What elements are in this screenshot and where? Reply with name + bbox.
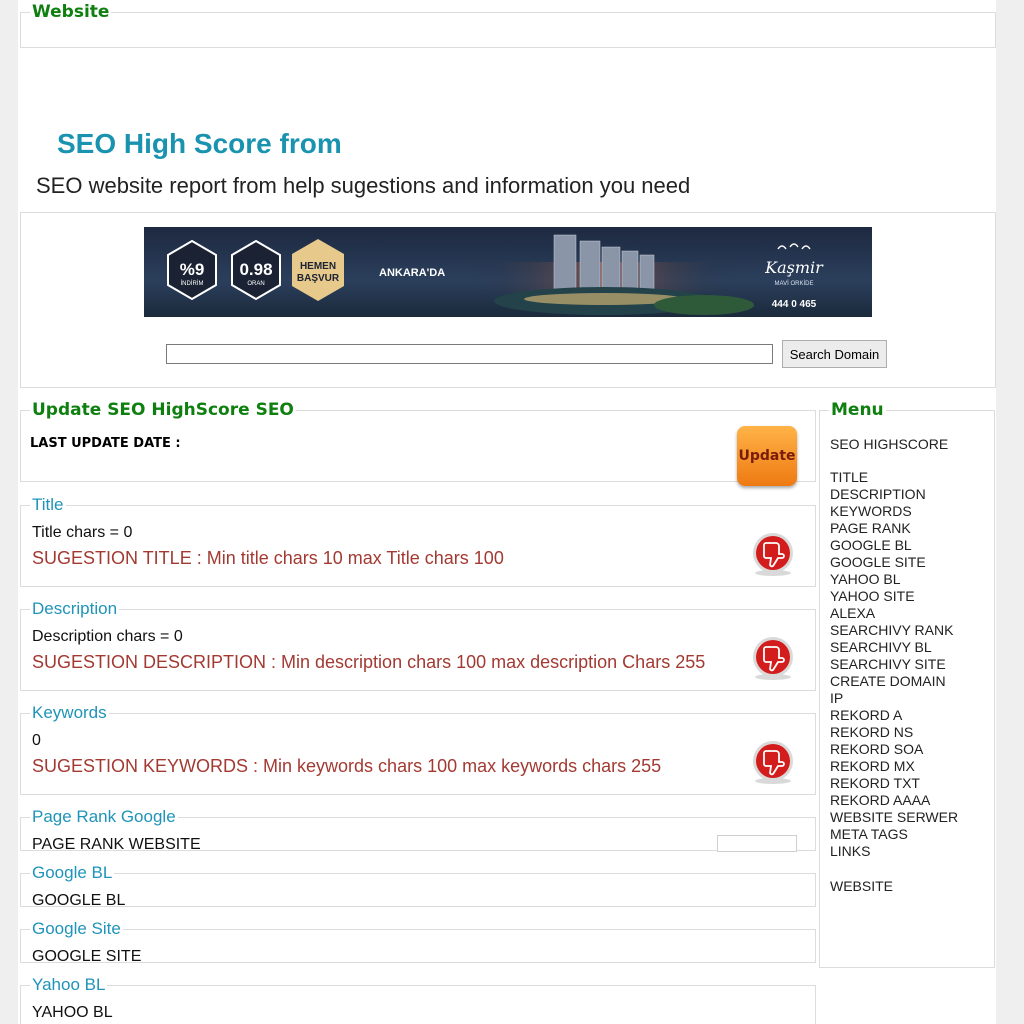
title-box: Title	[20, 495, 816, 587]
description-chars-info: Description chars = 0	[32, 628, 183, 645]
menu-item-website[interactable]: WEBSITE	[830, 878, 893, 894]
googlebl-box: Google BL	[20, 863, 816, 907]
menu-item-website-serwer[interactable]: WEBSITE SERWER	[830, 809, 958, 826]
keywords-chars-info: 0	[32, 732, 41, 749]
search-domain-button[interactable]: Search Domain	[782, 340, 887, 368]
menu-item-create-domain[interactable]: CREATE DOMAIN	[830, 673, 958, 690]
svg-text:%9: %9	[180, 260, 205, 279]
menu-item-rekord-ns[interactable]: REKORD NS	[830, 724, 958, 741]
menu-item-meta-tags[interactable]: META TAGS	[830, 826, 958, 843]
thumbs-down-icon	[753, 741, 793, 784]
menu-item-title[interactable]: TITLE	[830, 469, 958, 486]
googlebl-legend: Google BL	[32, 863, 113, 882]
description-suggestion: SUGESTION DESCRIPTION : Min description …	[32, 652, 706, 672]
menu-item-rekord-soa[interactable]: REKORD SOA	[830, 741, 958, 758]
title-legend: Title	[32, 495, 64, 514]
page-subtitle: SEO website report from help sugestions …	[36, 173, 691, 198]
svg-text:Kaşmir: Kaşmir	[764, 258, 824, 277]
page: Website SEO High Score from SEO website …	[18, 0, 996, 1024]
googlebl-label: GOOGLE BL	[32, 892, 126, 909]
search-domain-input[interactable]	[166, 344, 773, 364]
page-title: SEO High Score from	[57, 128, 342, 159]
menu-item-searchivy-site[interactable]: SEARCHIVY SITE	[830, 656, 958, 673]
banner-search-box: %9 İNDİRİM 0.98 ORAN HEMEN BAŞVUR ANKARA…	[20, 212, 996, 388]
website-legend: Website	[32, 2, 110, 22]
menu-item-searchivy-rank[interactable]: SEARCHIVY RANK	[830, 622, 958, 639]
menu-item-ip[interactable]: IP	[830, 690, 958, 707]
badge-rate: 0.98 ORAN	[231, 239, 281, 301]
menu-item-page-rank[interactable]: PAGE RANK	[830, 520, 958, 537]
thumbs-down-icon	[753, 637, 793, 680]
menu-item-rekord-mx[interactable]: REKORD MX	[830, 758, 958, 775]
banner-city: ANKARA'DA	[379, 267, 445, 279]
yahoobl-box: Yahoo BL	[20, 975, 816, 1024]
title-chars-info: Title chars = 0	[32, 524, 133, 541]
googlesite-label: GOOGLE SITE	[32, 948, 142, 965]
yahoobl-label: YAHOO BL	[32, 1004, 113, 1021]
menu-item-google-bl[interactable]: GOOGLE BL	[830, 537, 958, 554]
svg-text:HEMEN: HEMEN	[300, 261, 336, 272]
svg-text:İNDİRİM: İNDİRİM	[181, 280, 204, 287]
badge-discount: %9 İNDİRİM	[167, 239, 217, 301]
menu-item-rekord-txt[interactable]: REKORD TXT	[830, 775, 958, 792]
menu-item-seo-highscore[interactable]: SEO HIGHSCORE	[830, 436, 948, 452]
svg-text:0.98: 0.98	[239, 260, 272, 279]
yahoobl-legend: Yahoo BL	[32, 975, 106, 994]
svg-text:444 0 465: 444 0 465	[772, 299, 817, 310]
menu-item-rekord-a[interactable]: REKORD A	[830, 707, 958, 724]
menu-item-yahoo-site[interactable]: YAHOO SITE	[830, 588, 958, 605]
menu-item-description[interactable]: DESCRIPTION	[830, 486, 958, 503]
menu-item-keywords[interactable]: KEYWORDS	[830, 503, 958, 520]
title-suggestion: SUGESTION TITLE : Min title chars 10 max…	[32, 548, 504, 568]
svg-text:ORAN: ORAN	[247, 281, 264, 287]
menu-item-yahoo-bl[interactable]: YAHOO BL	[830, 571, 958, 588]
website-box: Website	[20, 2, 996, 48]
update-icon: Update	[738, 448, 796, 464]
pagerank-legend: Page Rank Google	[32, 807, 176, 826]
menu-item-searchivy-bl[interactable]: SEARCHIVY BL	[830, 639, 958, 656]
keywords-box: Keywords	[20, 703, 816, 795]
thumbs-down-icon	[753, 533, 793, 576]
update-legend: Update SEO HighScore SEO	[32, 400, 294, 420]
svg-text:MAVİ ORKİDE: MAVİ ORKİDE	[775, 280, 814, 287]
keywords-suggestion: SUGESTION KEYWORDS : Min keywords chars …	[32, 756, 662, 776]
svg-text:BAŞVUR: BAŞVUR	[297, 273, 340, 284]
menu-item-rekord-aaaa[interactable]: REKORD AAAA	[830, 792, 958, 809]
description-legend: Description	[32, 599, 118, 618]
menu-list: TITLE DESCRIPTION KEYWORDS PAGE RANK GOOGLE …	[830, 469, 958, 860]
googlesite-legend: Google Site	[32, 919, 121, 938]
pagerank-label: PAGE RANK WEBSITE	[32, 836, 201, 853]
advertisement-banner[interactable]: %9 İNDİRİM 0.98 ORAN HEMEN BAŞVUR ANKARA…	[144, 227, 872, 317]
last-update-label: LAST UPDATE DATE :	[30, 436, 181, 451]
menu-item-links[interactable]: LINKS	[830, 843, 958, 860]
keywords-legend: Keywords	[32, 703, 107, 722]
pagerank-bar	[717, 835, 797, 852]
menu-item-alexa[interactable]: ALEXA	[830, 605, 958, 622]
menu-legend: Menu	[831, 400, 884, 420]
update-button[interactable]: Update	[737, 426, 797, 486]
menu-item-google-site[interactable]: GOOGLE SITE	[830, 554, 958, 571]
